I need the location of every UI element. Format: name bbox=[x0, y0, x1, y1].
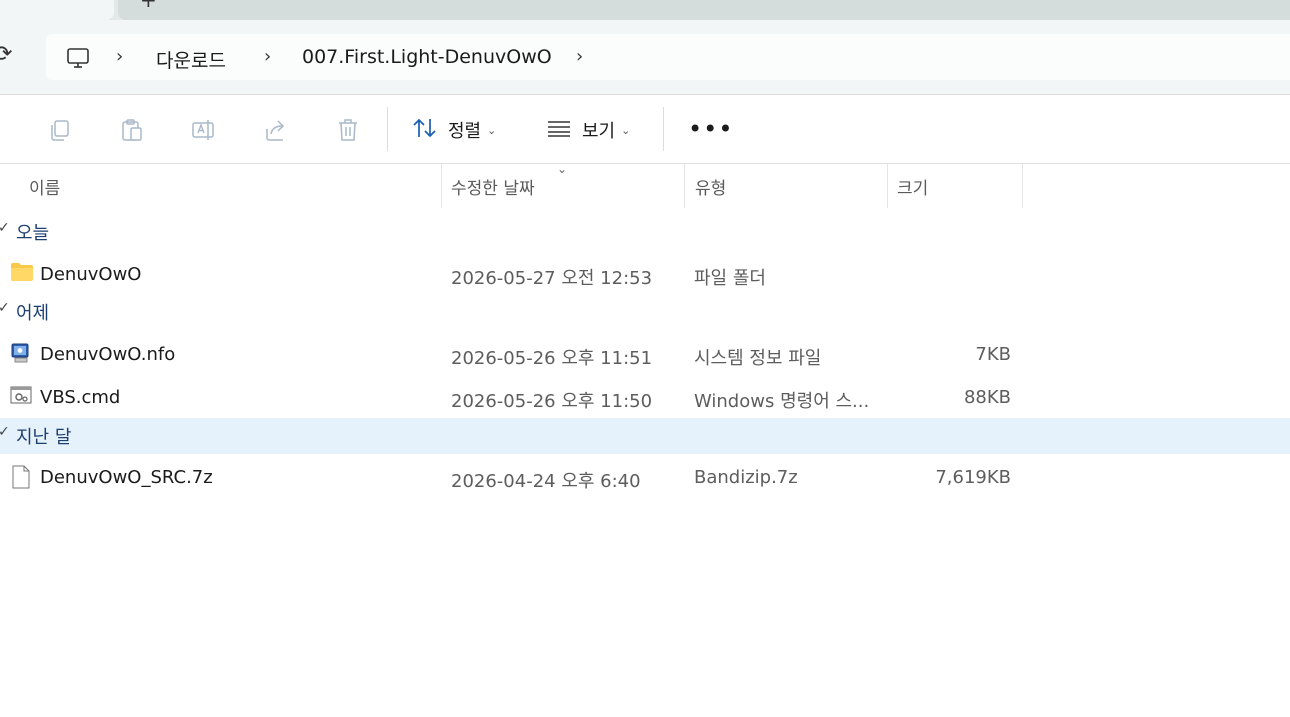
column-divider[interactable] bbox=[684, 164, 685, 208]
file-date: 2026-05-26 오후 11:50 bbox=[451, 391, 653, 412]
command-bar: 정렬 ⌄ 보기 ⌄ ••• bbox=[0, 95, 1290, 164]
file-type: 시스템 정보 파일 bbox=[694, 348, 822, 369]
toolbar-divider bbox=[663, 107, 664, 151]
toolbar-divider bbox=[387, 107, 388, 151]
breadcrumb-current-folder[interactable]: 007.First.Light-DenuvOwO bbox=[302, 46, 552, 68]
view-button[interactable]: 보기 ⌄ bbox=[546, 115, 630, 145]
file-name: VBS.cmd bbox=[40, 387, 121, 408]
view-label: 보기 bbox=[582, 121, 616, 142]
sort-label: 정렬 bbox=[448, 121, 482, 142]
file-row[interactable]: DenuvOwO_SRC.7z 2026-04-24 오후 6:40 Bandi… bbox=[0, 457, 1290, 497]
address-bar[interactable]: › 다운로드 › 007.First.Light-DenuvOwO › bbox=[46, 34, 1290, 80]
group-header[interactable]: ✓ 오늘 bbox=[0, 214, 1290, 250]
file-date: 2026-04-24 오후 6:40 bbox=[451, 471, 641, 492]
file-row[interactable]: DenuvOwO.nfo 2026-05-26 오후 11:51 시스템 정보 … bbox=[0, 334, 1290, 374]
file-name: DenuvOwO_SRC.7z bbox=[40, 467, 213, 488]
column-name[interactable]: 이름 bbox=[29, 174, 60, 199]
view-list-icon bbox=[546, 117, 572, 144]
chevron-right-icon[interactable]: › bbox=[576, 46, 583, 67]
more-options-icon[interactable]: ••• bbox=[688, 115, 733, 143]
column-divider[interactable] bbox=[1022, 164, 1023, 208]
sort-indicator-icon: ⌄ bbox=[557, 162, 568, 176]
column-modified[interactable]: 수정한 날짜 bbox=[451, 174, 535, 199]
sort-icon bbox=[412, 117, 438, 144]
file-name: DenuvOwO bbox=[40, 264, 142, 285]
command-script-icon bbox=[10, 385, 32, 411]
group-header[interactable]: ✓ 지난 달 bbox=[0, 418, 1290, 454]
column-type[interactable]: 유형 bbox=[695, 174, 726, 199]
column-divider[interactable] bbox=[887, 164, 888, 208]
new-tab-icon[interactable]: + bbox=[140, 0, 157, 12]
chevron-right-icon[interactable]: › bbox=[116, 46, 123, 67]
system-info-file-icon bbox=[10, 342, 32, 368]
chevron-down-icon: ⌄ bbox=[621, 123, 631, 137]
refresh-icon[interactable]: ⟳ bbox=[0, 42, 12, 67]
this-pc-icon[interactable] bbox=[66, 46, 90, 74]
chevron-collapse-icon[interactable]: ✓ bbox=[0, 424, 10, 440]
group-label: 지난 달 bbox=[16, 427, 72, 448]
delete-icon[interactable] bbox=[335, 117, 361, 143]
file-type: Windows 명령어 스... bbox=[694, 391, 870, 412]
copy-icon[interactable] bbox=[47, 117, 73, 143]
file-size: 88KB bbox=[963, 387, 1011, 408]
paste-icon[interactable] bbox=[119, 117, 145, 143]
column-size[interactable]: 크기 bbox=[897, 174, 928, 199]
file-size: 7,619KB bbox=[935, 467, 1011, 488]
file-type: 파일 폴더 bbox=[694, 268, 766, 289]
group-label: 어제 bbox=[16, 303, 50, 324]
group-header[interactable]: ✓ 어제 bbox=[0, 294, 1290, 330]
close-tab-icon[interactable]: ✕ bbox=[62, 0, 77, 1]
sort-button[interactable]: 정렬 ⌄ bbox=[412, 115, 496, 145]
generic-file-icon bbox=[10, 465, 32, 493]
breadcrumb-downloads[interactable]: 다운로드 bbox=[156, 46, 226, 73]
share-icon[interactable] bbox=[263, 117, 289, 143]
file-row[interactable]: VBS.cmd 2026-05-26 오후 11:50 Windows 명령어 … bbox=[0, 377, 1290, 417]
column-divider[interactable] bbox=[441, 164, 442, 208]
file-date: 2026-05-26 오후 11:51 bbox=[451, 348, 653, 369]
file-type: Bandizip.7z bbox=[694, 467, 798, 488]
tab-strip-background bbox=[118, 0, 1290, 20]
tab-active[interactable]: wO ✕ bbox=[0, 0, 114, 20]
group-label: 오늘 bbox=[16, 223, 50, 244]
chevron-right-icon[interactable]: › bbox=[264, 46, 271, 67]
file-name: DenuvOwO.nfo bbox=[40, 344, 176, 365]
folder-icon bbox=[10, 262, 34, 286]
file-size: 7KB bbox=[975, 344, 1011, 365]
column-header: ⌄ 이름 수정한 날짜 유형 크기 bbox=[0, 162, 1290, 208]
rename-icon[interactable] bbox=[191, 117, 217, 143]
file-row[interactable]: DenuvOwO 2026-05-27 오전 12:53 파일 폴더 bbox=[0, 254, 1290, 294]
navigation-bar: ⟳ › 다운로드 › 007.First.Light-DenuvOwO › bbox=[0, 20, 1290, 95]
chevron-down-icon: ⌄ bbox=[487, 123, 497, 137]
file-date: 2026-05-27 오전 12:53 bbox=[451, 268, 653, 289]
chevron-collapse-icon[interactable]: ✓ bbox=[0, 300, 10, 316]
chevron-collapse-icon[interactable]: ✓ bbox=[0, 220, 10, 236]
